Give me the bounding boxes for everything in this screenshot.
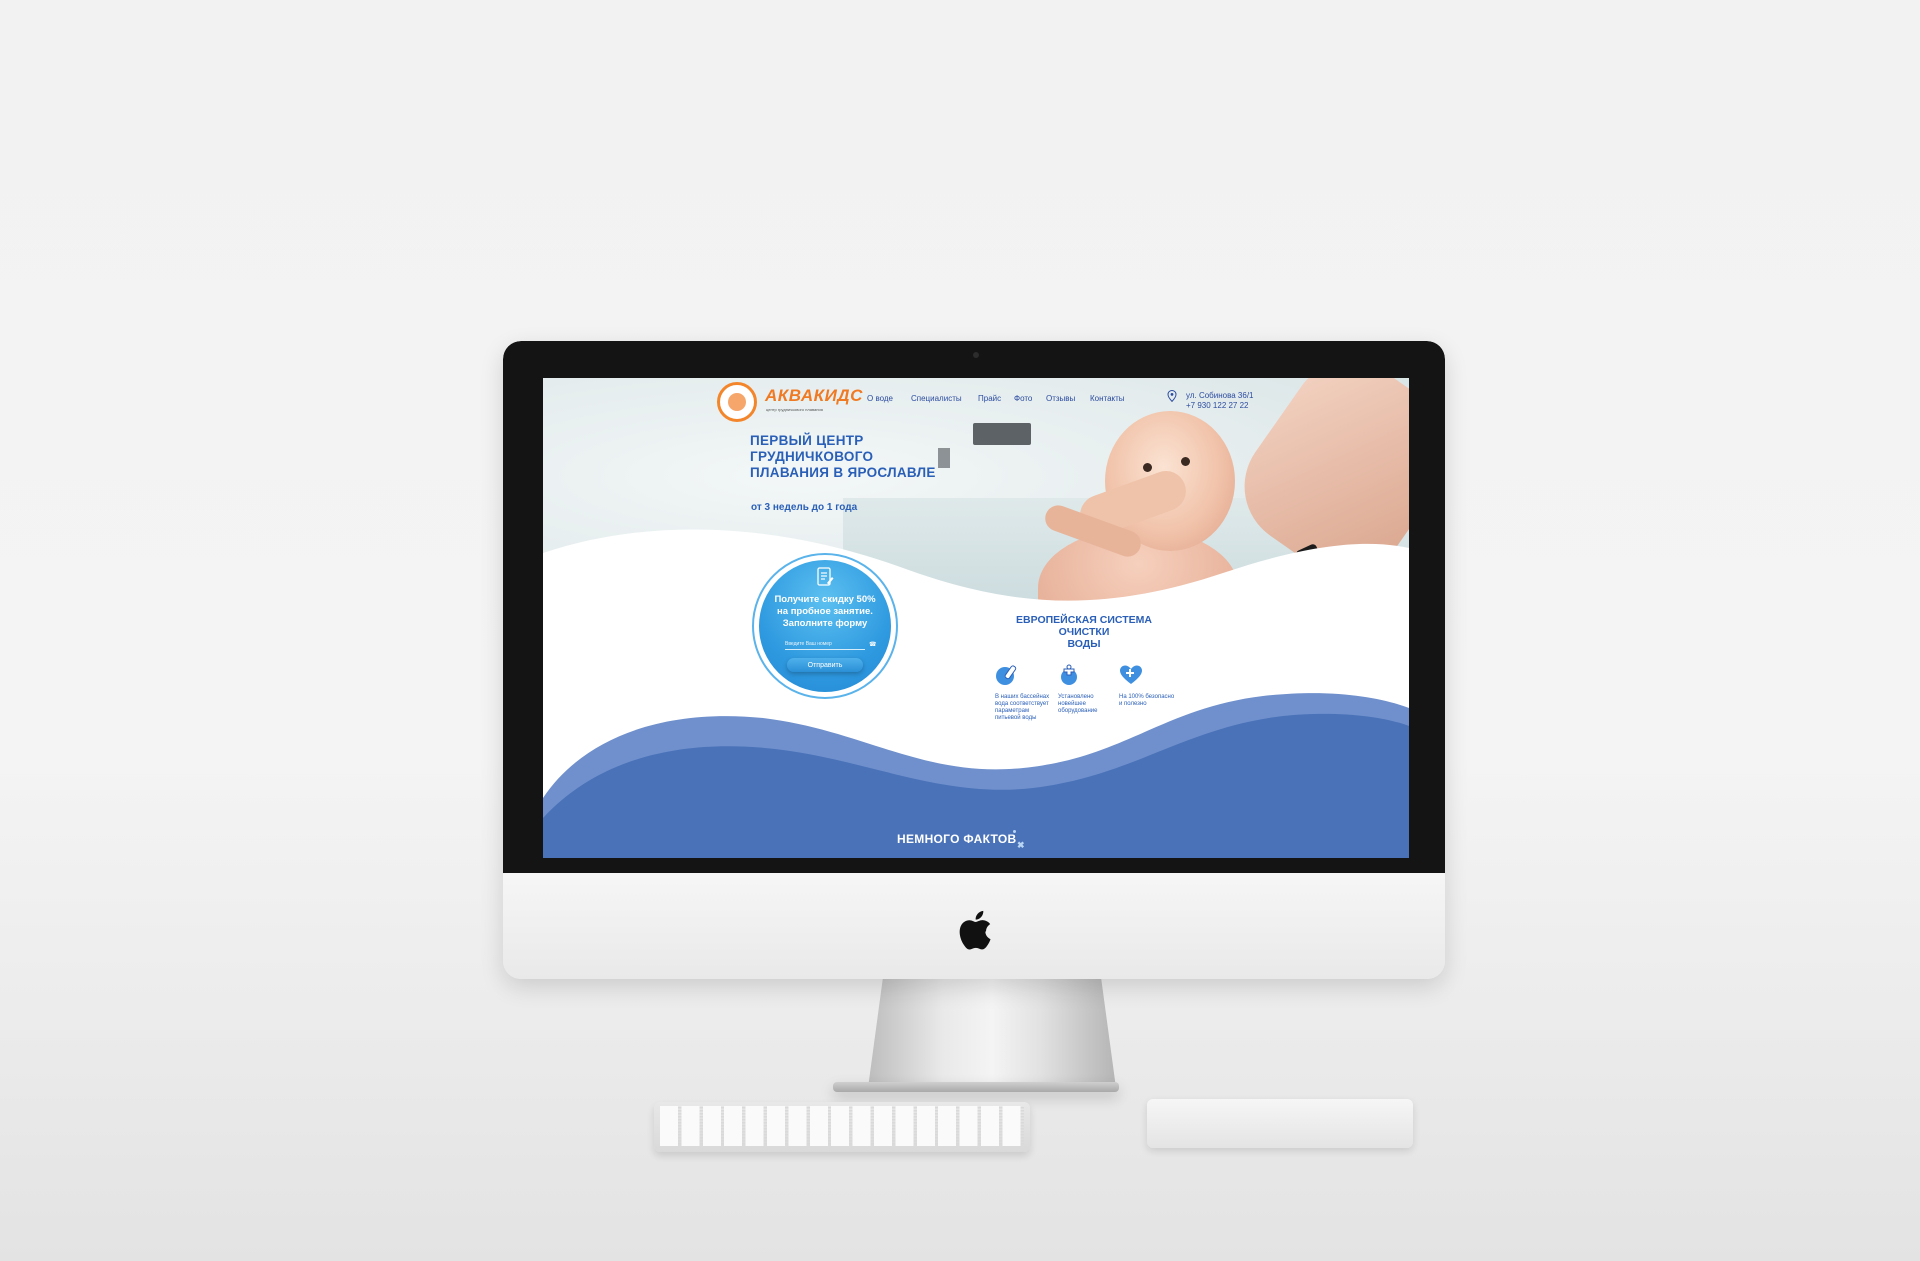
- monitor-stand-base: [833, 1082, 1119, 1092]
- feature-text: На 100% безопасно и полезно: [1119, 694, 1175, 707]
- feature-item: Установлено новейшее оборудование: [1058, 664, 1118, 715]
- trackpad: [1147, 1099, 1413, 1148]
- facts-section-title: НЕМНОГО ФАКТОВ: [897, 832, 1017, 846]
- nav-link-reviews[interactable]: Отзывы: [1046, 394, 1075, 403]
- monitor-stand: [868, 978, 1116, 1088]
- nav-link-photo[interactable]: Фото: [1014, 394, 1032, 403]
- feature-item: В наших бассейнах вода соответствует пар…: [995, 664, 1055, 722]
- form-offer-line: Получите скидку 50%: [774, 594, 876, 605]
- brand-tagline: центр грудничкового плавания: [766, 407, 823, 412]
- apple-logo-icon: [959, 910, 991, 950]
- logo-mascot-icon: [728, 393, 746, 411]
- decorative-cross-icon: ✖: [1017, 840, 1025, 850]
- submit-button[interactable]: Отправить: [787, 658, 863, 672]
- site-logo[interactable]: [717, 382, 757, 422]
- nav-link-about-water[interactable]: О воде: [867, 394, 893, 403]
- hero-title-line: ПЕРВЫЙ ЦЕНТР: [750, 433, 864, 448]
- nav-link-contacts[interactable]: Контакты: [1090, 394, 1125, 403]
- water-title-line: ВОДЫ: [1067, 638, 1101, 650]
- decorative-dot: [1013, 830, 1016, 833]
- phone-number[interactable]: +7 930 122 27 22: [1186, 401, 1253, 411]
- keyboard: [654, 1102, 1030, 1152]
- form-offer-line: на пробное занятие.: [777, 606, 873, 617]
- water-bottle-icon: [996, 665, 1017, 685]
- document-edit-icon: [817, 567, 834, 586]
- hero-subtitle: от 3 недель до 1 года: [751, 502, 858, 513]
- hero-title-line: ПЛАВАНИЯ В ЯРОСЛАВЛЕ: [750, 465, 936, 480]
- camera-dot: [973, 352, 979, 358]
- contact-info: ул. Собинова 36/1 +7 930 122 27 22: [1186, 391, 1253, 411]
- faucet-icon: [1061, 664, 1077, 685]
- nav-link-price[interactable]: Прайс: [978, 394, 1001, 403]
- nav-link-specialists[interactable]: Специалисты: [911, 394, 962, 403]
- keyboard-keys: [660, 1106, 1024, 1146]
- phone-input[interactable]: [785, 639, 865, 650]
- website-screen: АКВАКИДС центр грудничкового плавания О …: [543, 378, 1409, 858]
- hero-title: ПЕРВЫЙ ЦЕНТР ГРУДНИЧКОВОГО ПЛАВАНИЯ В ЯР…: [750, 433, 950, 481]
- feature-item: На 100% безопасно и полезно: [1119, 664, 1179, 708]
- location-pin-icon: [1167, 390, 1177, 402]
- phone-icon: ☎: [869, 642, 877, 648]
- water-section-title: ЕВРОПЕЙСКАЯ СИСТЕМА ОЧИСТКИ ВОДЫ: [995, 614, 1173, 650]
- feature-text: Установлено новейшее оборудование: [1058, 694, 1098, 714]
- water-title-line: ЕВРОПЕЙСКАЯ СИСТЕМА ОЧИСТКИ: [1016, 614, 1152, 638]
- hero-title-line: ГРУДНИЧКОВОГО: [750, 449, 874, 464]
- brand-name[interactable]: АКВАКИДС: [765, 386, 863, 406]
- form-offer-text: Получите скидку 50% на пробное занятие. …: [761, 594, 889, 630]
- form-offer-line: Заполните форму: [782, 618, 868, 629]
- wave-backgrounds: [543, 529, 1409, 858]
- address-text: ул. Собинова 36/1: [1186, 391, 1254, 400]
- heart-plus-icon: [1120, 665, 1142, 684]
- feature-text: В наших бассейнах вода соответствует пар…: [995, 694, 1050, 721]
